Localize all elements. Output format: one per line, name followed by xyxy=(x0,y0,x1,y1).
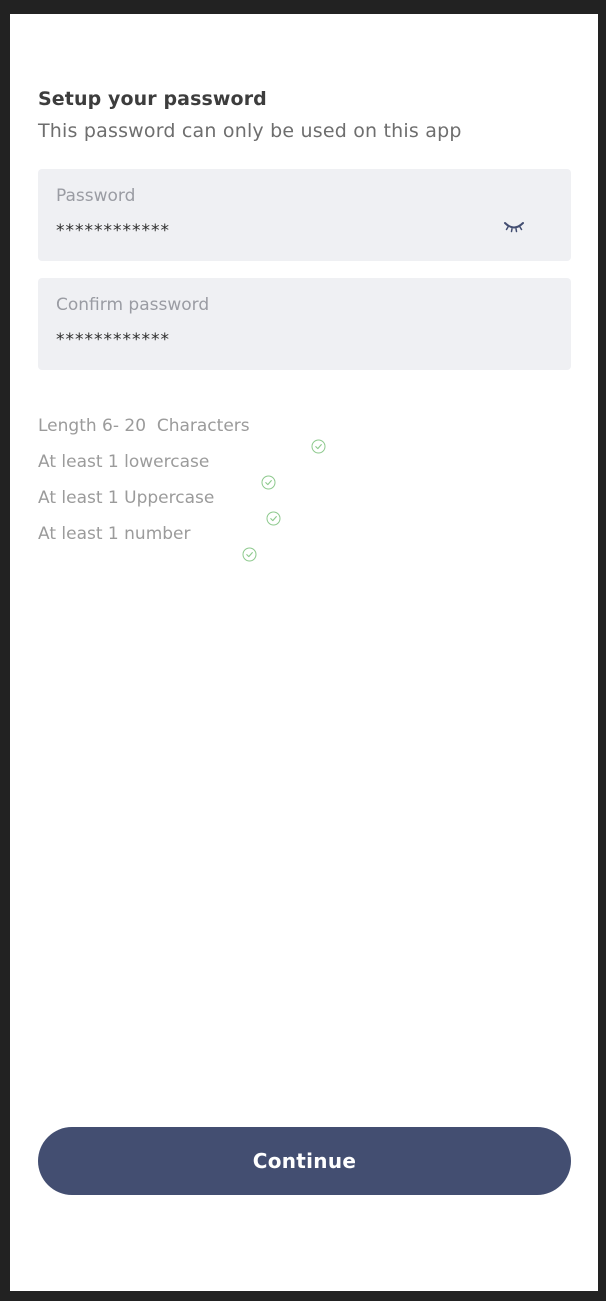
check-circle-icon xyxy=(199,527,257,561)
check-circle-icon xyxy=(222,491,281,525)
password-requirements: Length 6- 20 Characters At least 1 lower… xyxy=(38,408,326,561)
requirement-label: At least 1 Uppercase xyxy=(38,488,215,508)
confirm-password-input[interactable]: ************ xyxy=(56,330,476,350)
password-label: Password xyxy=(56,186,136,206)
check-circle-icon xyxy=(217,455,276,489)
requirement-lowercase: At least 1 lowercase xyxy=(38,444,283,489)
password-field[interactable]: Password ************ xyxy=(38,169,571,261)
page-title: Setup your password xyxy=(38,88,267,110)
password-input[interactable]: ************ xyxy=(56,221,476,241)
check-circle-icon xyxy=(268,419,326,453)
confirm-password-label: Confirm password xyxy=(56,295,210,315)
screen: Setup your password This password can on… xyxy=(10,14,598,1291)
requirement-label: At least 1 number xyxy=(38,524,191,544)
requirement-length: Length 6- 20 Characters xyxy=(38,408,326,453)
eye-closed-icon[interactable] xyxy=(503,219,525,235)
requirement-label: Length 6- 20 Characters xyxy=(38,416,250,436)
continue-button[interactable]: Continue xyxy=(38,1127,571,1195)
requirement-label: At least 1 lowercase xyxy=(38,452,210,472)
page-subtitle: This password can only be used on this a… xyxy=(38,120,462,142)
confirm-password-field[interactable]: Confirm password ************ xyxy=(38,278,571,370)
